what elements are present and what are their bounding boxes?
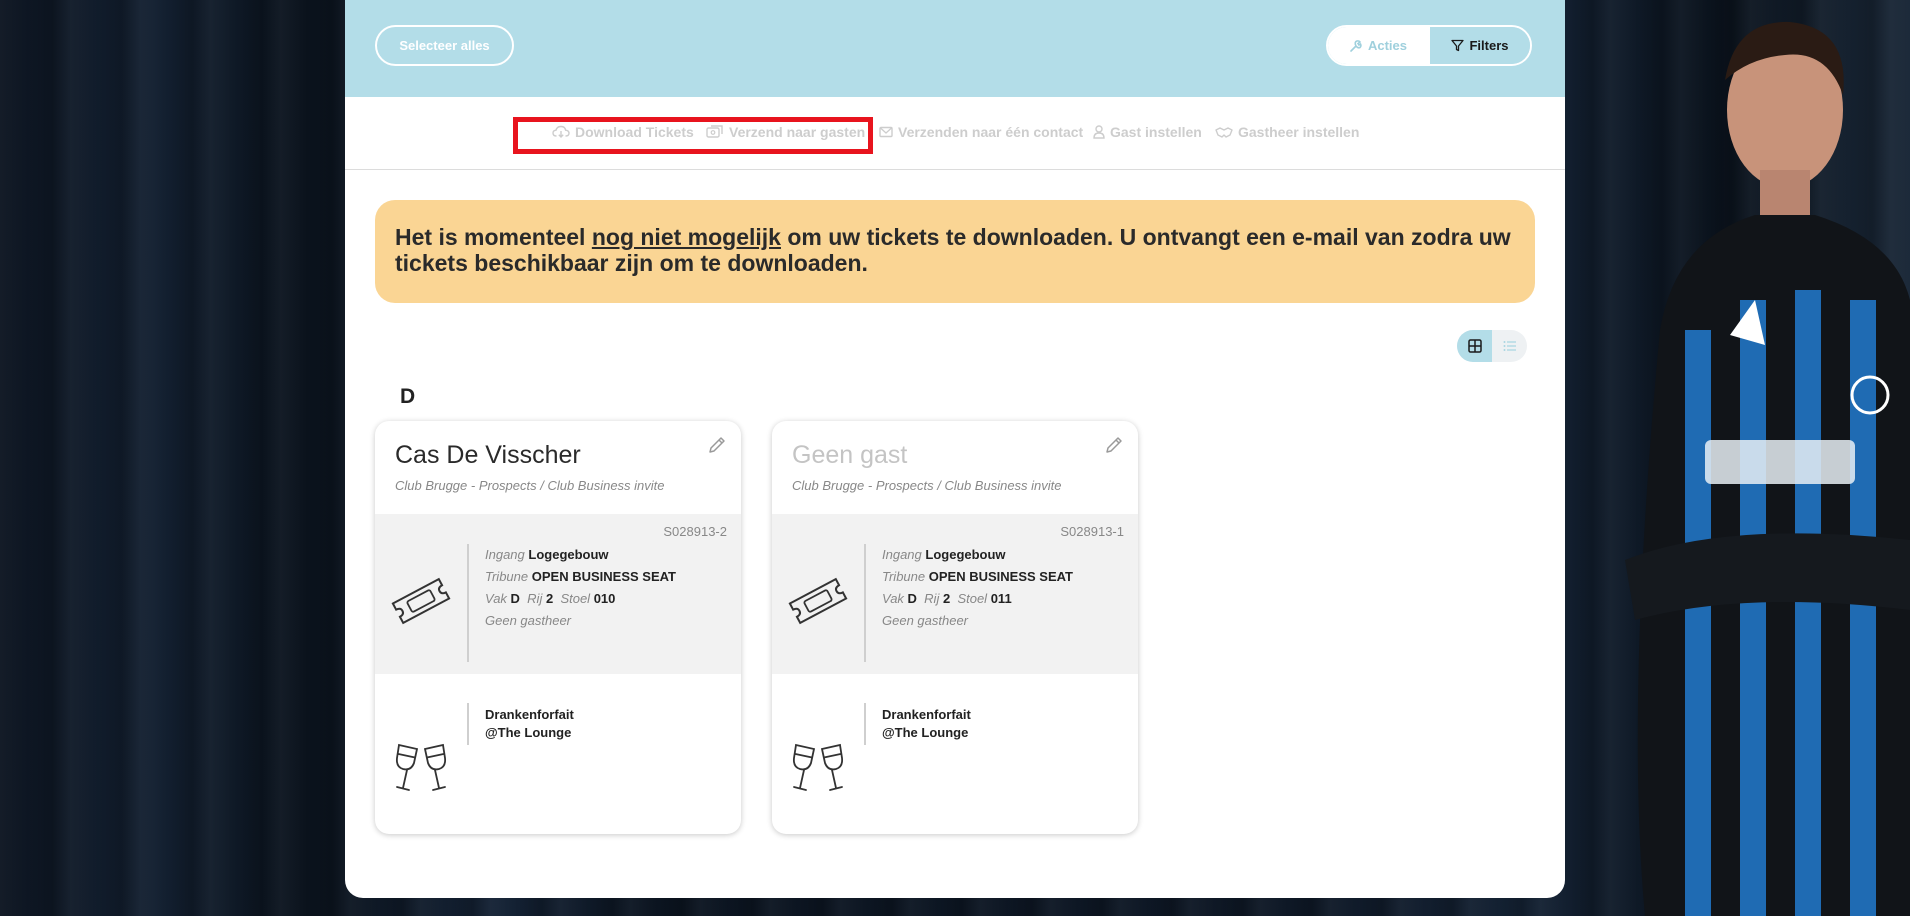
actions-filters-group: Acties Filters <box>1326 25 1532 66</box>
seat-value: 011 <box>990 591 1012 606</box>
seat-row: Vak D Rij 2 Stoel 010 <box>485 588 676 610</box>
edit-pencil-icon[interactable] <box>707 435 727 460</box>
drinks-package: Drankenforfait @The Lounge <box>882 706 971 742</box>
divider-line <box>467 544 469 662</box>
seat-info: Ingang Logegebouw Tribune OPEN BUSINESS … <box>485 544 676 632</box>
entrance-value: Logegebouw <box>925 547 1006 562</box>
handshake-icon <box>1215 127 1233 138</box>
group-heading: D <box>400 385 416 408</box>
seat-label: Stoel <box>560 591 591 606</box>
drinks-package-line1: Drankenforfait <box>882 707 971 722</box>
acties-label: Acties <box>1367 38 1408 53</box>
divider-line <box>864 703 866 745</box>
player-photo <box>1625 21 1910 916</box>
grid-view-button[interactable] <box>1457 330 1492 362</box>
drinks-package-line2: @The Lounge <box>882 725 969 740</box>
user-icon <box>1093 125 1105 139</box>
filters-button[interactable]: Filters <box>1428 27 1530 64</box>
entrance-value: Logegebouw <box>528 547 609 562</box>
grid-icon <box>1467 339 1482 353</box>
host-status: Geen gastheer <box>485 613 572 628</box>
bulk-actions-row: Download Tickets Verzend naar gasten Ver… <box>345 97 1565 170</box>
row-label: Rij <box>924 591 940 606</box>
top-toolbar: Selecteer alles Acties Filters <box>345 0 1565 97</box>
highlight-annotation-box <box>513 117 873 154</box>
list-view-button[interactable] <box>1492 330 1527 362</box>
filters-label: Filters <box>1469 38 1509 53</box>
wine-glasses-icon <box>792 743 844 791</box>
set-host-action[interactable]: Gastheer instellen <box>1215 124 1359 140</box>
ticket-card[interactable]: Cas De Visscher Club Brugge - Prospects … <box>375 421 741 834</box>
guest-name: Cas De Visscher <box>395 441 581 469</box>
acties-button[interactable]: Acties <box>1328 27 1428 64</box>
stand-label: Tribune <box>485 569 529 584</box>
guest-name: Geen gast <box>792 441 908 469</box>
stand-value: OPEN BUSINESS SEAT <box>531 569 676 584</box>
stand-row: Tribune OPEN BUSINESS SEAT <box>882 566 1073 588</box>
ticket-details: S028913-2 Ingang Logegebouw Tribune OPEN… <box>375 514 741 674</box>
seat-label: Stoel <box>957 591 988 606</box>
envelope-icon <box>879 126 893 138</box>
set-guest-action[interactable]: Gast instellen <box>1093 124 1202 140</box>
entrance-label: Ingang <box>882 547 922 562</box>
ticket-code: S028913-2 <box>663 524 727 539</box>
wrench-icon <box>1350 39 1362 52</box>
stand-value: OPEN BUSINESS SEAT <box>928 569 1073 584</box>
section-label: Vak <box>485 591 507 606</box>
select-all-button[interactable]: Selecteer alles <box>375 25 514 66</box>
stand-row: Tribune OPEN BUSINESS SEAT <box>485 566 676 588</box>
drinks-package-line1: Drankenforfait <box>485 707 574 722</box>
send-to-one-contact-label: Verzenden naar één contact <box>898 124 1084 140</box>
seat-row: Vak D Rij 2 Stoel 011 <box>882 588 1073 610</box>
list-icon <box>1503 341 1516 351</box>
stand-label: Tribune <box>882 569 926 584</box>
notice-text-underlined: nog niet mogelijk <box>591 224 781 250</box>
ticket-card[interactable]: Geen gast Club Brugge - Prospects / Club… <box>772 421 1138 834</box>
section-label: Vak <box>882 591 904 606</box>
divider-line <box>864 544 866 662</box>
main-panel: Selecteer alles Acties Filters Download … <box>345 0 1565 898</box>
set-guest-label: Gast instellen <box>1110 124 1202 140</box>
row-value: 2 <box>942 591 951 606</box>
edit-pencil-icon[interactable] <box>1104 435 1124 460</box>
wine-glasses-icon <box>395 743 447 791</box>
ticket-icon <box>391 577 451 625</box>
entrance-row: Ingang Logegebouw <box>882 544 1073 566</box>
card-subtitle: Club Brugge - Prospects / Club Business … <box>792 478 1062 493</box>
card-subtitle: Club Brugge - Prospects / Club Business … <box>395 478 665 493</box>
seat-value: 010 <box>593 591 616 606</box>
notice-text-before: Het is momenteel <box>395 224 592 250</box>
download-unavailable-notice: Het is momenteel nog niet mogelijk om uw… <box>375 200 1535 303</box>
host-status: Geen gastheer <box>882 613 969 628</box>
ticket-details: S028913-1 Ingang Logegebouw Tribune OPEN… <box>772 514 1138 674</box>
entrance-row: Ingang Logegebouw <box>485 544 676 566</box>
entrance-label: Ingang <box>485 547 525 562</box>
drinks-package-line2: @The Lounge <box>485 725 572 740</box>
section-value: D <box>510 591 520 606</box>
row-value: 2 <box>545 591 554 606</box>
row-label: Rij <box>527 591 543 606</box>
filter-icon <box>1451 39 1465 52</box>
seat-info: Ingang Logegebouw Tribune OPEN BUSINESS … <box>882 544 1073 632</box>
ticket-code: S028913-1 <box>1060 524 1124 539</box>
section-value: D <box>907 591 917 606</box>
drinks-package: Drankenforfait @The Lounge <box>485 706 574 742</box>
set-host-label: Gastheer instellen <box>1238 124 1360 140</box>
divider-line <box>467 703 469 745</box>
view-toggle <box>1457 330 1527 362</box>
send-to-one-contact-action[interactable]: Verzenden naar één contact <box>879 124 1083 140</box>
ticket-icon <box>788 577 848 625</box>
